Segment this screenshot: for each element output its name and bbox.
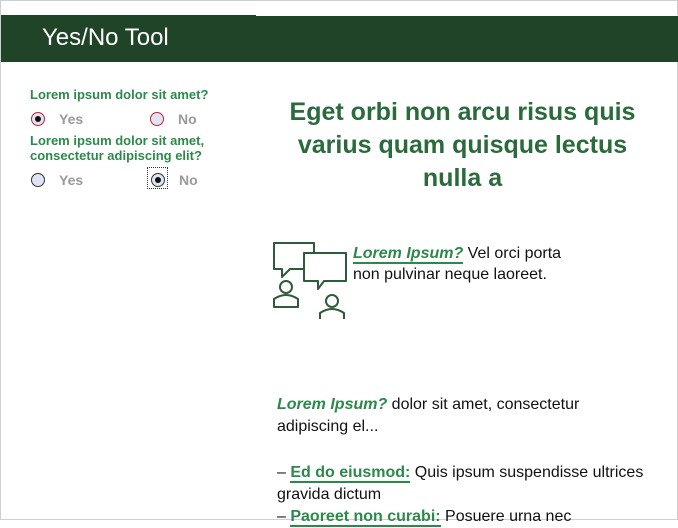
q2-yes-label: Yes — [59, 172, 84, 188]
question-1-label: Lorem ipsum dolor sit amet? — [30, 87, 209, 102]
q1-no-option[interactable]: No — [150, 111, 197, 127]
card-text: Lorem Ipsum? Vel orci porta non pulvinar… — [353, 243, 563, 285]
q1-yes-radio[interactable] — [31, 112, 45, 126]
q1-no-label: No — [178, 111, 197, 127]
paragraph-1-lead: Lorem Ipsum? — [277, 396, 388, 413]
header-divider — [256, 15, 678, 16]
card-lead-link[interactable]: Lorem Ipsum? — [353, 245, 464, 264]
list-item-2-link[interactable]: Paoreet non curabi: — [290, 508, 441, 527]
q1-yes-label: Yes — [59, 111, 84, 127]
q2-yes-radio[interactable] — [31, 173, 45, 187]
q1-no-radio[interactable] — [150, 112, 164, 126]
q2-no-label: No — [179, 172, 198, 188]
list-item-2: – Paoreet non curabi: Posuere urna nec — [277, 506, 652, 528]
question-2-label: Lorem ipsum dolor sit amet, consectetur … — [30, 133, 205, 163]
paragraph-1: Lorem Ipsum? dolor sit amet, consectetur… — [277, 394, 652, 438]
conversation-people-icon — [273, 242, 347, 319]
list-item-1-link[interactable]: Ed do eiusmod: — [290, 464, 411, 483]
main-heading: Eget orbi non arcu risus quis varius qua… — [289, 98, 636, 192]
q2-yes-option[interactable]: Yes — [31, 172, 83, 188]
list-item-2-text: Posuere urna nec — [440, 508, 572, 525]
list-item-1-dash: – — [277, 464, 291, 481]
app-title: Yes/No Tool — [42, 24, 169, 51]
list-item-2-dash: – — [277, 508, 291, 525]
q1-yes-option[interactable]: Yes — [31, 111, 83, 127]
list-item-1: – Ed do eiusmod: Quis ipsum suspendisse … — [277, 462, 652, 506]
focus-indicator — [147, 167, 168, 189]
app-header: Yes/No Tool — [1, 15, 678, 62]
